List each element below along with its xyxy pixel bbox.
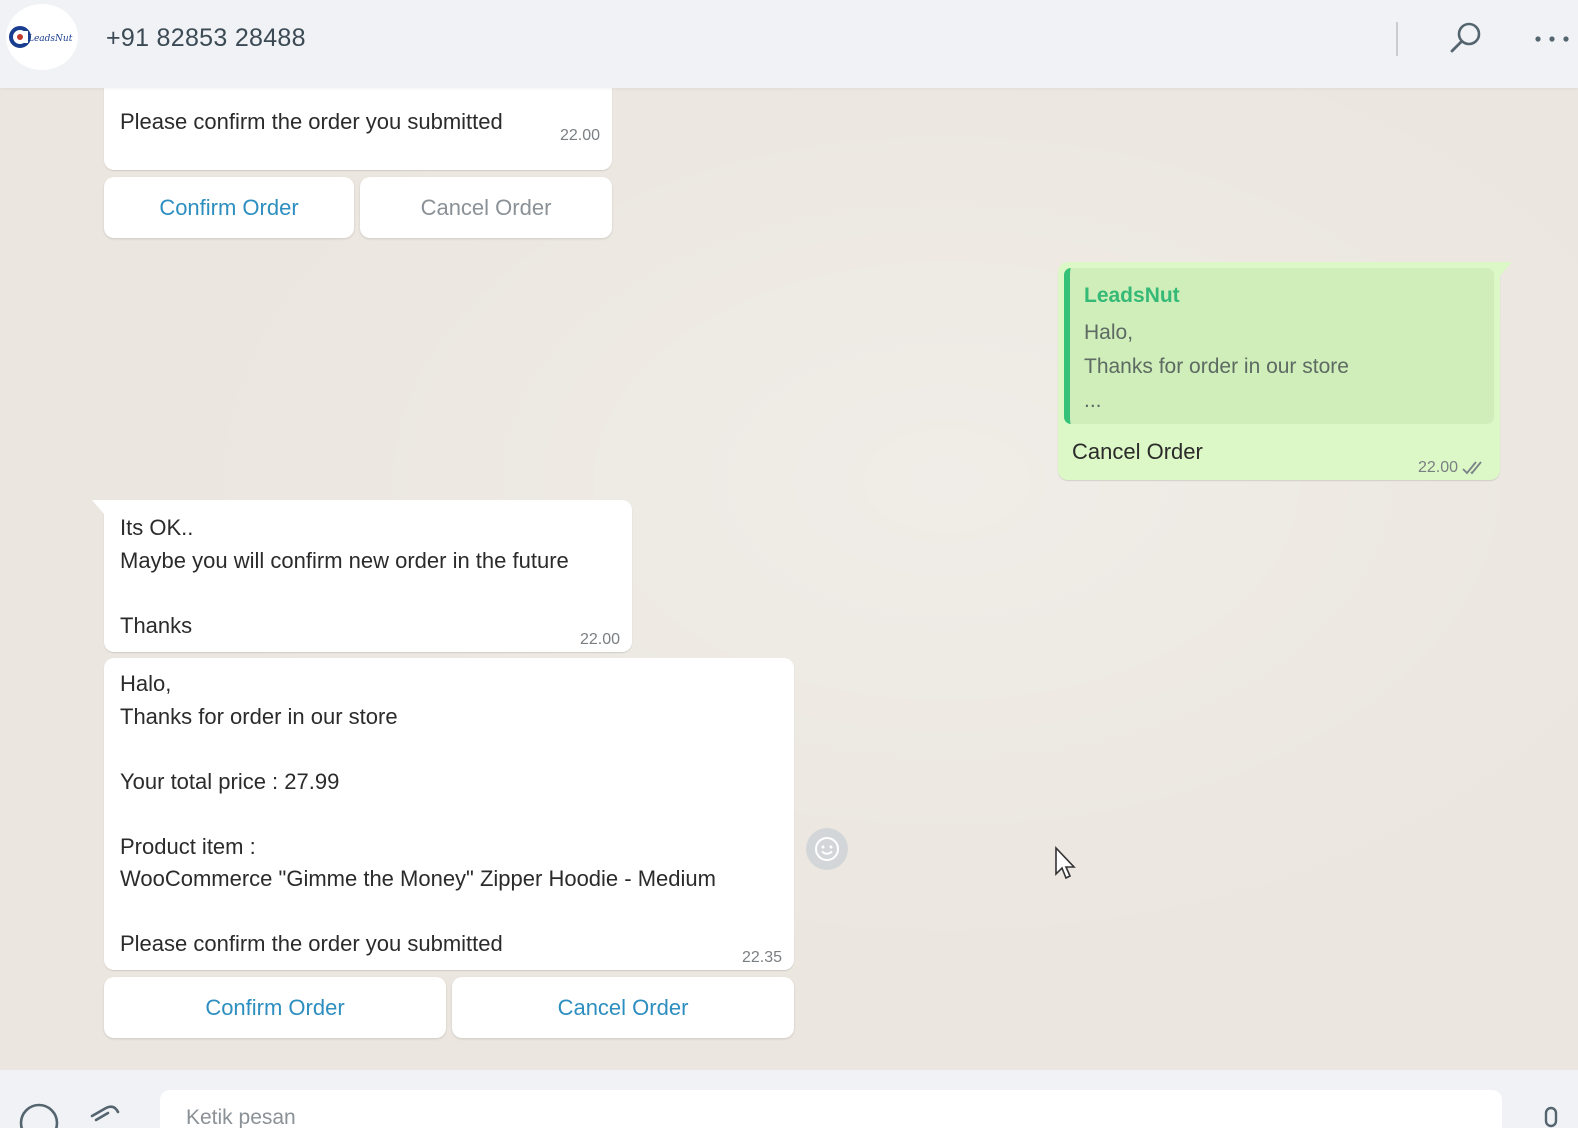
react-emoji-button[interactable] bbox=[806, 828, 848, 870]
message-composer bbox=[0, 1070, 1578, 1128]
message-input[interactable] bbox=[160, 1090, 1502, 1128]
contact-avatar[interactable]: LeadsNut bbox=[6, 4, 78, 70]
quoted-text: Halo, Thanks for order in our store ... bbox=[1084, 321, 1349, 412]
confirm-order-button[interactable]: Confirm Order bbox=[104, 977, 446, 1038]
smiley-icon bbox=[815, 837, 839, 861]
emoji-icon[interactable] bbox=[18, 1102, 60, 1128]
contact-name[interactable]: +91 82853 28488 bbox=[106, 24, 306, 53]
confirm-order-button[interactable]: Confirm Order bbox=[104, 177, 354, 238]
message-bubble-outgoing: LeadsNut Halo, Thanks for order in our s… bbox=[1058, 262, 1512, 480]
leadsnut-logo: LeadsNut bbox=[9, 26, 73, 48]
bubble-tail bbox=[1500, 262, 1512, 276]
svg-text:LeadsNut: LeadsNut bbox=[27, 34, 73, 44]
message-time: 22.00 bbox=[579, 631, 620, 648]
message-text: Cancel Order bbox=[1072, 439, 1203, 464]
microphone-icon[interactable] bbox=[1540, 1106, 1562, 1128]
header-divider bbox=[1396, 22, 1398, 56]
double-check-icon bbox=[1462, 461, 1482, 475]
search-icon[interactable] bbox=[1448, 20, 1484, 56]
message-text: Please confirm the order you submitted bbox=[120, 109, 503, 134]
bubble-tail bbox=[92, 500, 104, 514]
message-time-status: 22.00 bbox=[1418, 452, 1488, 485]
chat-header: LeadsNut +91 82853 28488 bbox=[0, 0, 1578, 88]
message-bubble-incoming: Its OK.. Maybe you will confirm new orde… bbox=[92, 500, 632, 652]
mouse-cursor-icon bbox=[1055, 846, 1076, 880]
quoted-author: LeadsNut bbox=[1084, 284, 1180, 307]
message-bubble-incoming: Please confirm the order you submitted 2… bbox=[104, 88, 612, 170]
cancel-order-button[interactable]: Cancel Order bbox=[360, 177, 612, 238]
message-time: 22.35 bbox=[741, 949, 782, 966]
paperclip-icon[interactable] bbox=[88, 1104, 124, 1128]
message-text: Its OK.. Maybe you will confirm new orde… bbox=[120, 515, 569, 638]
quoted-message[interactable]: LeadsNut Halo, Thanks for order in our s… bbox=[1064, 268, 1494, 424]
more-options-icon[interactable] bbox=[1532, 32, 1572, 46]
message-bubble-incoming: Halo, Thanks for order in our store Your… bbox=[104, 658, 794, 970]
message-text: Halo, Thanks for order in our store Your… bbox=[120, 671, 716, 956]
conversation-panel[interactable]: Please confirm the order you submitted 2… bbox=[0, 88, 1578, 1070]
message-time: 22.00 bbox=[559, 127, 600, 144]
cancel-order-button[interactable]: Cancel Order bbox=[452, 977, 794, 1038]
message-time: 22.00 bbox=[1417, 459, 1458, 476]
